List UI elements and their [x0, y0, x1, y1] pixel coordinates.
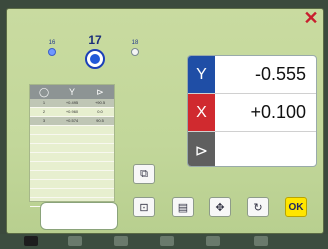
cell — [58, 144, 86, 152]
readout-row-y[interactable]: Y -0.555 — [188, 56, 316, 94]
angle-value — [215, 132, 316, 166]
calculator-button[interactable]: ▤ — [172, 197, 194, 217]
table-row[interactable] — [30, 126, 114, 135]
table-row[interactable]: 1 +0.495 +90.5 — [30, 99, 114, 108]
coordinate-readout: Y -0.555 X +0.100 ⊳ — [187, 55, 317, 167]
mode-18-label: 18 — [131, 40, 139, 46]
radio-16-icon[interactable] — [48, 48, 56, 56]
network-icon[interactable] — [206, 236, 220, 246]
cell: +0.960 — [65, 109, 79, 114]
table-row[interactable]: 3 +0.574 90.5 — [30, 117, 114, 126]
cell — [30, 171, 58, 179]
table-row[interactable] — [30, 144, 114, 153]
readout-row-angle[interactable]: ⊳ — [188, 132, 316, 166]
copy-button[interactable]: ⧉ — [133, 164, 155, 184]
ok-button[interactable]: OK — [285, 197, 307, 217]
angle-icon: ⊳ — [188, 132, 215, 166]
table-row[interactable] — [30, 180, 114, 189]
table-row[interactable] — [30, 135, 114, 144]
cell — [30, 126, 58, 134]
print-icon[interactable] — [114, 236, 128, 246]
mode-17[interactable]: 17 — [82, 33, 108, 69]
dialog-panel: ✕ 16 17 18 ◯ Y ⊳ 1 +0.495 +90.5 2 +0.960 0.0… — [6, 8, 324, 234]
x-label: X — [188, 94, 215, 131]
cell — [58, 126, 86, 134]
chart-icon[interactable] — [68, 236, 82, 246]
cell — [86, 180, 114, 188]
cell — [30, 162, 58, 170]
header-angle-icon: ⊳ — [96, 87, 104, 97]
cell — [58, 189, 86, 197]
cell: +0.574 — [65, 118, 79, 123]
mode-17-label: 17 — [88, 33, 102, 47]
cell: 1 — [42, 100, 46, 105]
taskbar — [0, 234, 328, 249]
cell — [86, 144, 114, 152]
cell: 3 — [42, 118, 46, 123]
readout-row-x[interactable]: X +0.100 — [188, 94, 316, 132]
close-icon[interactable]: ✕ — [302, 9, 320, 27]
cell: +90.5 — [94, 100, 106, 105]
folder-icon[interactable] — [160, 236, 174, 246]
results-table[interactable]: ◯ Y ⊳ 1 +0.495 +90.5 2 +0.960 0.0 3 +0.574 90.… — [29, 84, 115, 207]
y-label: Y — [188, 56, 215, 93]
cell — [58, 162, 86, 170]
menu-icon[interactable] — [254, 236, 268, 246]
y-value: -0.555 — [254, 64, 306, 84]
cell — [86, 126, 114, 134]
value-input[interactable] — [40, 202, 118, 230]
cell — [30, 189, 58, 197]
rotate-button[interactable]: ↻ — [247, 197, 269, 217]
x-value: +0.100 — [250, 102, 306, 122]
table-row[interactable] — [30, 153, 114, 162]
cell — [58, 180, 86, 188]
mode-16-label: 16 — [48, 40, 56, 46]
cell — [86, 162, 114, 170]
cell — [86, 171, 114, 179]
cell — [30, 153, 58, 161]
table-row[interactable] — [30, 162, 114, 171]
mode-16[interactable]: 16 — [45, 40, 59, 56]
cell — [58, 171, 86, 179]
cell — [58, 153, 86, 161]
header-y: Y — [68, 87, 75, 97]
mode-18[interactable]: 18 — [128, 40, 142, 56]
cell — [58, 135, 86, 143]
cell: 0.0 — [97, 109, 103, 114]
cell: 2 — [42, 109, 46, 114]
cell — [86, 189, 114, 197]
move-button[interactable]: ✥ — [209, 197, 231, 217]
cell — [86, 135, 114, 143]
center-button[interactable]: ⊡ — [133, 197, 155, 217]
cell — [86, 153, 114, 161]
table-row[interactable] — [30, 189, 114, 198]
cell — [30, 135, 58, 143]
table-row[interactable] — [30, 171, 114, 180]
app-icon[interactable] — [24, 236, 38, 246]
cell: 90.5 — [96, 118, 104, 123]
table-header: ◯ Y ⊳ — [30, 85, 114, 99]
header-index-icon: ◯ — [38, 87, 50, 97]
cell — [30, 180, 58, 188]
radio-18-icon[interactable] — [131, 48, 139, 56]
cell: +0.495 — [65, 100, 79, 105]
cell — [30, 144, 58, 152]
table-row[interactable]: 2 +0.960 0.0 — [30, 108, 114, 117]
radio-17-icon[interactable] — [85, 49, 105, 69]
